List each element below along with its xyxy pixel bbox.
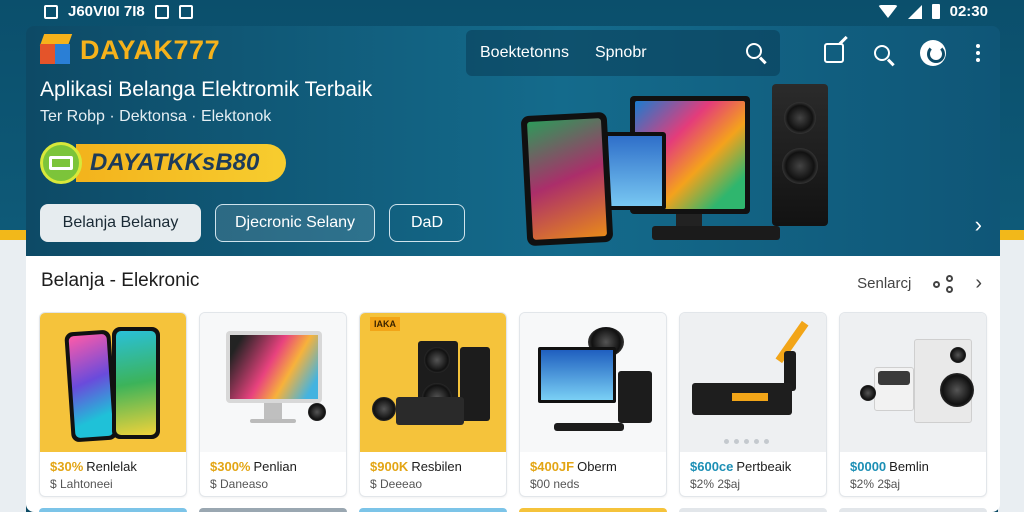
product-card[interactable]: $600ce Pertbeaik $2% 2$aj [679, 312, 827, 497]
hero-buttons: Belanja Belanay Djecronic Selany DaD [40, 204, 465, 242]
decor-strip-right [998, 230, 1024, 512]
product-image [520, 313, 666, 452]
battery-icon [931, 4, 940, 19]
search-icon [746, 43, 762, 59]
keyboard-image [652, 226, 780, 240]
hero-banner: DAYAK777 Boektetonns Spnobr Aplikasi Bel… [26, 26, 1000, 256]
product-price-row: $900K Resbilen [370, 459, 462, 474]
product-grid: $30% Renlelak $ Lahtoneei $300% Penlian $ … [39, 312, 987, 497]
brand-logo[interactable]: DAYAK777 [39, 34, 221, 66]
edit-icon[interactable] [824, 43, 844, 63]
product-subtext: $2% 2$aj [850, 477, 901, 491]
product-image [200, 313, 346, 452]
gallery-icon [178, 4, 193, 19]
search-icon[interactable] [874, 45, 890, 61]
product-subtext: $00 neds [530, 477, 580, 491]
notification-icon [44, 4, 58, 19]
nav-search-button[interactable] [746, 43, 762, 59]
section-action-link[interactable]: Senlarcj [857, 275, 911, 292]
product-card[interactable]: $300% Penlian $ Daneaso [199, 312, 347, 497]
nav-link-2[interactable]: Spnobr [595, 44, 647, 62]
product-image [680, 313, 826, 452]
product-price-row: $400JF Oberm [530, 459, 617, 474]
hero-headline: Aplikasi Belanga Elektromik Terbaik [40, 78, 373, 101]
status-left-text: J60VI0I 7I8 [68, 3, 145, 20]
hero-subline: Ter Robp · Dektonsa · Elektonok [40, 108, 272, 125]
ticket-icon [40, 142, 82, 184]
promo-code: DAYATKKsB80 [76, 144, 286, 182]
speaker-image [772, 84, 828, 226]
product-price-row: $0000 Bemlin [850, 459, 929, 474]
product-image [840, 313, 986, 452]
products-panel: Belanja - Elekronic Senlarcj › $30% Renle… [26, 256, 1000, 512]
product-card[interactable]: $400JF Oberm $00 neds [519, 312, 667, 497]
chevron-right-icon[interactable]: › [975, 212, 982, 238]
section-title: Belanja - Elekronic [41, 270, 200, 291]
electronic-shop-button[interactable]: Djecronic Selany [215, 204, 375, 242]
chevron-right-icon[interactable]: › [975, 272, 982, 295]
tablet-image [520, 111, 614, 247]
share-icon[interactable] [933, 274, 954, 293]
shop-now-button[interactable]: Belanja Belanay [40, 204, 201, 242]
next-row-card [199, 508, 347, 512]
next-row-card [679, 508, 827, 512]
product-price-row: $30% Renlelak [50, 459, 137, 474]
signal-icon [907, 4, 922, 19]
section-actions: Senlarcj › [857, 272, 982, 295]
next-row-card [359, 508, 507, 512]
laptop-image [604, 132, 666, 210]
product-price-row: $600ce Pertbeaik [690, 459, 792, 474]
product-image: IAKA [360, 313, 506, 452]
status-bar: J60VI0I 7I8 02:30 [0, 0, 1024, 24]
decor-strip-left [0, 230, 26, 512]
promo-banner[interactable]: DAYATKKsB80 [40, 142, 286, 184]
next-row-card [519, 508, 667, 512]
tertiary-button[interactable]: DaD [389, 204, 465, 242]
app-window: DAYAK777 Boektetonns Spnobr Aplikasi Bel… [26, 26, 1000, 512]
product-card[interactable]: $0000 Bemlin $2% 2$aj [839, 312, 987, 497]
product-image [40, 313, 186, 452]
next-row-card [839, 508, 987, 512]
product-card[interactable]: IAKA $900K Resbilen $ Deeeao [359, 312, 507, 497]
profile-icon[interactable] [920, 40, 946, 66]
product-card[interactable]: $30% Renlelak $ Lahtoneei [39, 312, 187, 497]
product-price-row: $300% Penlian [210, 459, 297, 474]
wifi-icon [877, 5, 898, 18]
product-subtext: $ Daneaso [210, 477, 269, 491]
product-subtext: $ Lahtoneei [50, 477, 113, 491]
next-row-card [39, 508, 187, 512]
more-icon[interactable] [976, 44, 980, 62]
top-nav: Boektetonns Spnobr [466, 30, 780, 76]
hero-product-image [520, 84, 854, 254]
status-time: 02:30 [949, 3, 988, 20]
brand-name: DAYAK777 [80, 34, 221, 65]
top-actions [824, 40, 980, 66]
app-notification-icon [154, 4, 169, 19]
product-tag: IAKA [370, 317, 400, 331]
nav-link-1[interactable]: Boektetonns [480, 44, 569, 62]
cube-logo-icon [39, 34, 73, 66]
product-subtext: $ Deeeao [370, 477, 423, 491]
product-subtext: $2% 2$aj [690, 477, 741, 491]
